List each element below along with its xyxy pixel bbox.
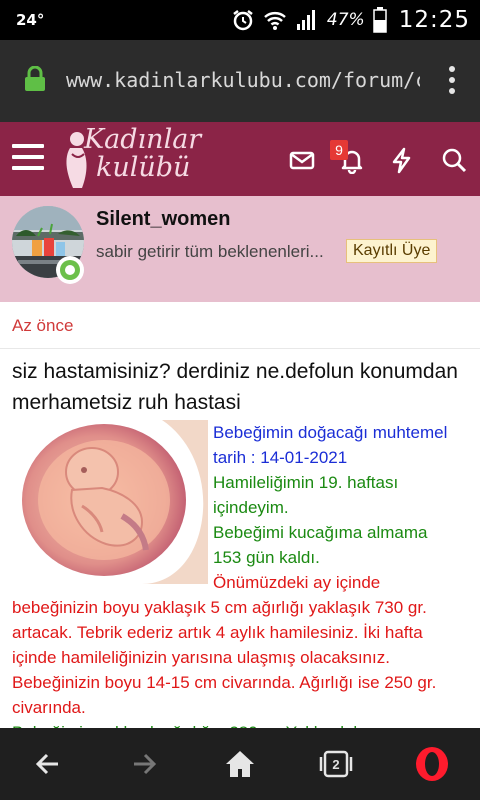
back-button[interactable] [0,728,96,800]
pregnancy-tracker: Bebeğimin doğacağı muhtemel tarih : 14-0… [12,420,468,728]
wifi-icon [264,12,286,30]
post-body: siz hastamisiniz? derdiniz ne.defolun ko… [12,360,458,414]
forward-arrow-icon [134,753,157,775]
opera-icon [416,747,448,781]
back-arrow-icon [35,753,58,775]
bolt-icon[interactable] [388,146,416,174]
online-status-icon [56,256,84,284]
home-icon [226,751,254,777]
battery-icon [372,7,387,33]
tab-count: 2 [332,756,340,772]
tabs-button[interactable]: 2 [288,728,384,800]
info-text: bebeğinizin boyu yaklaşık 5 cm ağırlığı … [12,598,437,717]
user-tagline: sabir getirir tüm beklenenleri... [96,242,324,261]
logo-line2: kulübü [96,152,191,183]
days-left-line2: 153 gün kaldı. [213,548,320,567]
temperature-text: 24° [16,11,45,29]
site-header: Kadınlar kulübü [0,122,480,196]
envelope-icon[interactable] [288,146,316,174]
url-field[interactable]: www.kadinlarkulubu.com/forum/c [66,68,420,92]
site-logo-text: Kadınlar kulübü [84,126,201,182]
due-date-line2: tarih : 14-01-2021 [213,448,348,467]
opera-menu-button[interactable] [384,728,480,800]
home-button[interactable] [192,728,288,800]
notification-badge: 9 [330,140,348,160]
search-icon[interactable] [440,146,468,174]
lock-icon [25,66,45,91]
forward-button[interactable] [96,728,192,800]
username[interactable]: Silent_women [96,208,230,231]
due-date-line1: Bebeğimin doğacağı muhtemel [213,423,448,442]
alarm-icon [233,10,253,31]
status-bar: 24° 47% 12:25 [0,0,480,40]
days-left-line1: Bebeğimi kucağıma almama [213,523,428,542]
kebab-menu-icon[interactable] [448,66,456,96]
signal-icon [296,10,315,30]
info-line1: Önümüzdeki ay içinde [213,573,381,592]
browser-bottom-nav: 2 [0,728,480,800]
post-timestamp[interactable]: Az önce [12,316,73,336]
week-line1: Hamileliğimin 19. haftası [213,473,399,492]
divider [0,348,480,349]
hamburger-menu-icon[interactable] [12,144,44,174]
user-profile-card: Silent_women sabir getirir tüm beklenenl… [0,196,480,302]
logo-line1: Kadınlar [84,124,202,155]
weight-line-cut: Bebeğimin yaklaşık ağırlığı : 280 gr. Ya… [12,720,468,728]
clock: 12:25 [398,7,470,33]
week-line2: içindeyim. [213,498,289,517]
browser-address-bar: www.kadinlarkulubu.com/forum/c [0,40,480,122]
user-rank-badge: Kayıtlı Üye [346,239,438,263]
battery-percent: 47% [326,10,365,30]
post-content-area: Silent_women sabir getirir tüm beklenenl… [0,196,480,728]
